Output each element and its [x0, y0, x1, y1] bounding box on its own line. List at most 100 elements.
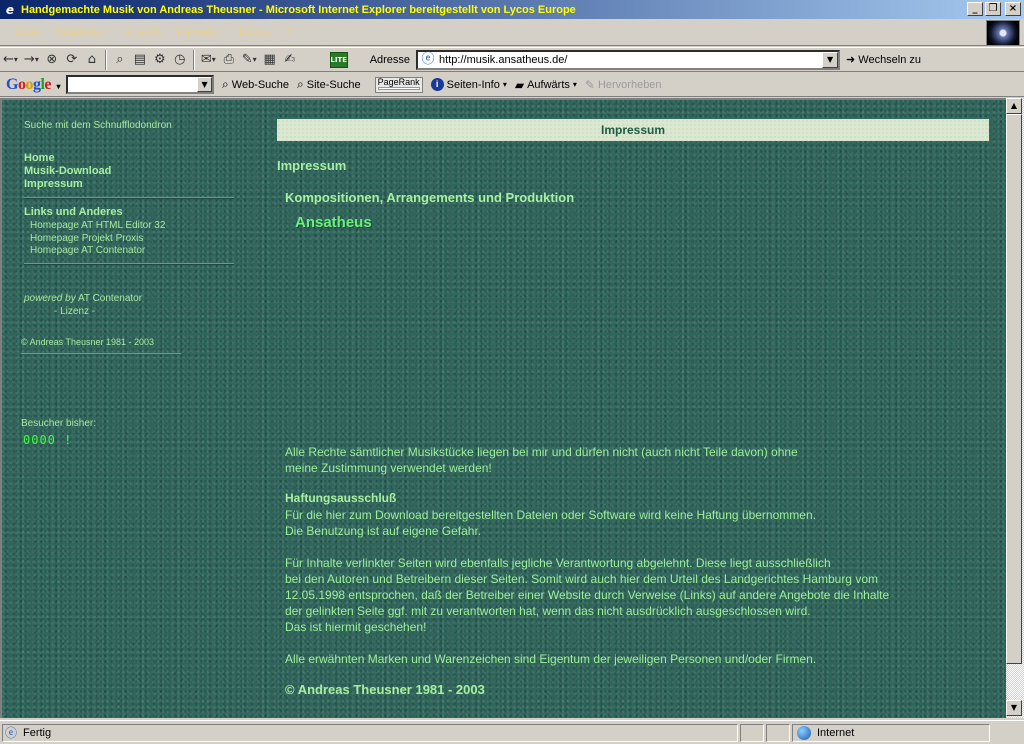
menu-bar: Datei Bearbeiten Ansicht Favoriten Extra…: [0, 19, 1024, 46]
folder-up-icon: ▰: [514, 77, 525, 92]
powered-by-link[interactable]: AT Contenator: [78, 293, 142, 304]
visitor-counter: 0000 !: [23, 433, 73, 447]
main-copyright: © Andreas Theusner 1981 - 2003: [285, 682, 485, 697]
address-input[interactable]: http://musik.ansatheus.de/: [439, 54, 567, 66]
license-link[interactable]: - Lizenz -: [24, 305, 142, 318]
divider: [24, 197, 234, 199]
google-logo-letter: G: [6, 75, 18, 93]
scroll-up-button[interactable]: ▲: [1006, 98, 1022, 114]
main-nav: Home Musik-Download Impressum: [24, 152, 111, 191]
search-link[interactable]: Suche mit dem Schnufflodondron: [24, 120, 172, 131]
refresh-button[interactable]: ⟳: [62, 49, 82, 71]
go-button[interactable]: ➜ Wechseln zu: [846, 53, 922, 67]
nav-link-musik-download[interactable]: Musik-Download: [24, 165, 111, 178]
up-button[interactable]: ▰ Aufwärts ▾: [515, 78, 577, 92]
scroll-down-button[interactable]: ▼: [1006, 700, 1022, 716]
info-icon: i: [430, 78, 444, 91]
search-button[interactable]: ⌕: [110, 49, 130, 71]
site-search-button[interactable]: ⌕ Site-Suche: [297, 77, 361, 92]
divider: [21, 353, 181, 354]
menu-ansicht[interactable]: Ansicht: [117, 26, 169, 38]
nav-link-home[interactable]: Home: [24, 152, 111, 165]
link-projekt-proxis[interactable]: Homepage Projekt Proxis: [30, 233, 165, 246]
messenger-button[interactable]: ✍: [280, 49, 300, 71]
forward-button[interactable]: → ▾: [21, 49, 42, 71]
mail-icon: ✉: [200, 52, 212, 67]
print-icon: ⎙: [223, 52, 234, 67]
google-search-input[interactable]: ▼: [66, 75, 215, 94]
text-line: meine Zustimmung verwendet werden!: [285, 461, 492, 475]
vertical-scrollbar[interactable]: ▲ ▼: [1006, 98, 1024, 718]
discuss-button[interactable]: ▦: [260, 49, 280, 71]
powered-by: powered by AT Contenator - Lizenz -: [24, 292, 142, 318]
minimize-button[interactable]: _: [967, 2, 983, 16]
status-cell: [740, 723, 764, 742]
google-toolbar: Google ▾ ▼ ⌕ Web-Suche ⌕ Site-Suche Page…: [0, 73, 1024, 97]
rights-paragraph: Alle Rechte sämtlicher Musikstücke liege…: [285, 444, 798, 476]
pagerank-indicator[interactable]: PageRank: [374, 76, 423, 93]
edit-button[interactable]: ✎ ▾: [239, 49, 260, 71]
menu-extras[interactable]: Extras: [231, 26, 278, 38]
google-search-dropdown[interactable]: ▼: [197, 77, 213, 92]
menu-bearbeiten[interactable]: Bearbeiten: [48, 26, 117, 38]
web-search-button[interactable]: ⌕ Web-Suche: [222, 77, 289, 92]
back-button[interactable]: ← ▾: [0, 49, 21, 71]
text-line: bei den Autoren und Betreibern dieser Se…: [285, 572, 878, 586]
google-logo[interactable]: Google ▾: [6, 76, 60, 94]
page-heading-bar: Impressum: [277, 119, 989, 141]
up-label: Aufwärts: [527, 78, 570, 91]
favorites-button[interactable]: ▤: [130, 49, 150, 71]
nav-link-impressum[interactable]: Impressum: [24, 178, 111, 191]
highlight-button[interactable]: ✎ Hervorheben: [585, 78, 662, 92]
back-arrow-icon: ←: [3, 52, 14, 67]
links-list: Homepage AT HTML Editor 32 Homepage Proj…: [30, 220, 165, 258]
lite-badge[interactable]: LITE: [329, 51, 348, 68]
address-label: Adresse: [369, 53, 411, 66]
text-line: Für Inhalte verlinkter Seiten wird ebenf…: [285, 556, 831, 570]
address-dropdown[interactable]: ▼: [822, 51, 839, 68]
visitors-label: Besucher bisher:: [21, 418, 97, 429]
history-icon: ◷: [174, 52, 186, 67]
print-button[interactable]: ⎙: [219, 49, 239, 71]
google-logo-letter: o: [25, 75, 33, 93]
title-bar: e Handgemachte Musik von Andreas Theusne…: [0, 0, 1024, 19]
ie-page-icon: ⓔ: [421, 51, 435, 67]
stop-icon: ⊗: [46, 52, 58, 67]
page-info-button[interactable]: i Seiten-Info ▾: [430, 78, 507, 91]
text-line: Die Benutzung ist auf eigene Gefahr.: [285, 524, 482, 538]
menu-favoriten[interactable]: Favoriten: [169, 26, 231, 38]
highlighter-icon: ✎: [584, 77, 595, 92]
go-label: Wechseln zu: [858, 53, 922, 66]
text-line: der gelinkten Seite ggf. mit zu verantwo…: [285, 604, 811, 618]
maximize-button[interactable]: ❐: [985, 2, 1001, 16]
toolbar-separator: [192, 49, 195, 70]
stop-button[interactable]: ⊗: [42, 49, 62, 71]
navigation-toolbar: ← ▾ → ▾ ⊗ ⟳ ⌂ ⌕ ▤ ⚙ ◷ ✉ ▾ ⎙ ✎ ▾ ▦ ✍ LITE Adr…: [0, 47, 1024, 72]
security-zone: Internet: [792, 723, 990, 742]
mail-button[interactable]: ✉ ▾: [198, 49, 219, 71]
history-button[interactable]: ◷: [170, 49, 190, 71]
highlight-label: Hervorheben: [597, 78, 662, 91]
menu-help[interactable]: ?: [278, 26, 300, 38]
browser-throbber-logo: [986, 20, 1020, 46]
trademark-paragraph: Alle erwähnten Marken und Warenzeichen s…: [285, 652, 817, 666]
status-bar: ⓔ Fertig Internet: [0, 720, 1024, 744]
go-arrow-icon: ➜: [846, 54, 856, 66]
window-controls: _ ❐ ×: [967, 2, 1021, 16]
refresh-icon: ⟳: [66, 52, 78, 67]
media-button[interactable]: ⚙: [150, 49, 170, 71]
pagerank-label: PageRank: [377, 76, 420, 87]
media-icon: ⚙: [154, 52, 166, 67]
menu-datei[interactable]: Datei: [6, 26, 48, 38]
link-at-html-editor[interactable]: Homepage AT HTML Editor 32: [30, 220, 165, 233]
divider: [24, 263, 234, 265]
links-heading: Links und Anderes: [24, 206, 123, 218]
link-at-contenator[interactable]: Homepage AT Contenator: [30, 245, 165, 258]
address-bar[interactable]: ⓔ http://musik.ansatheus.de/ ▼: [416, 49, 841, 70]
chevron-down-icon: ▾: [211, 55, 216, 64]
home-button[interactable]: ⌂: [82, 49, 102, 71]
scroll-thumb[interactable]: [1006, 114, 1022, 664]
close-button[interactable]: ×: [1005, 2, 1021, 16]
left-sidebar: Suche mit dem Schnufflodondron Home Musi…: [2, 100, 242, 718]
status-cell: [766, 723, 790, 742]
